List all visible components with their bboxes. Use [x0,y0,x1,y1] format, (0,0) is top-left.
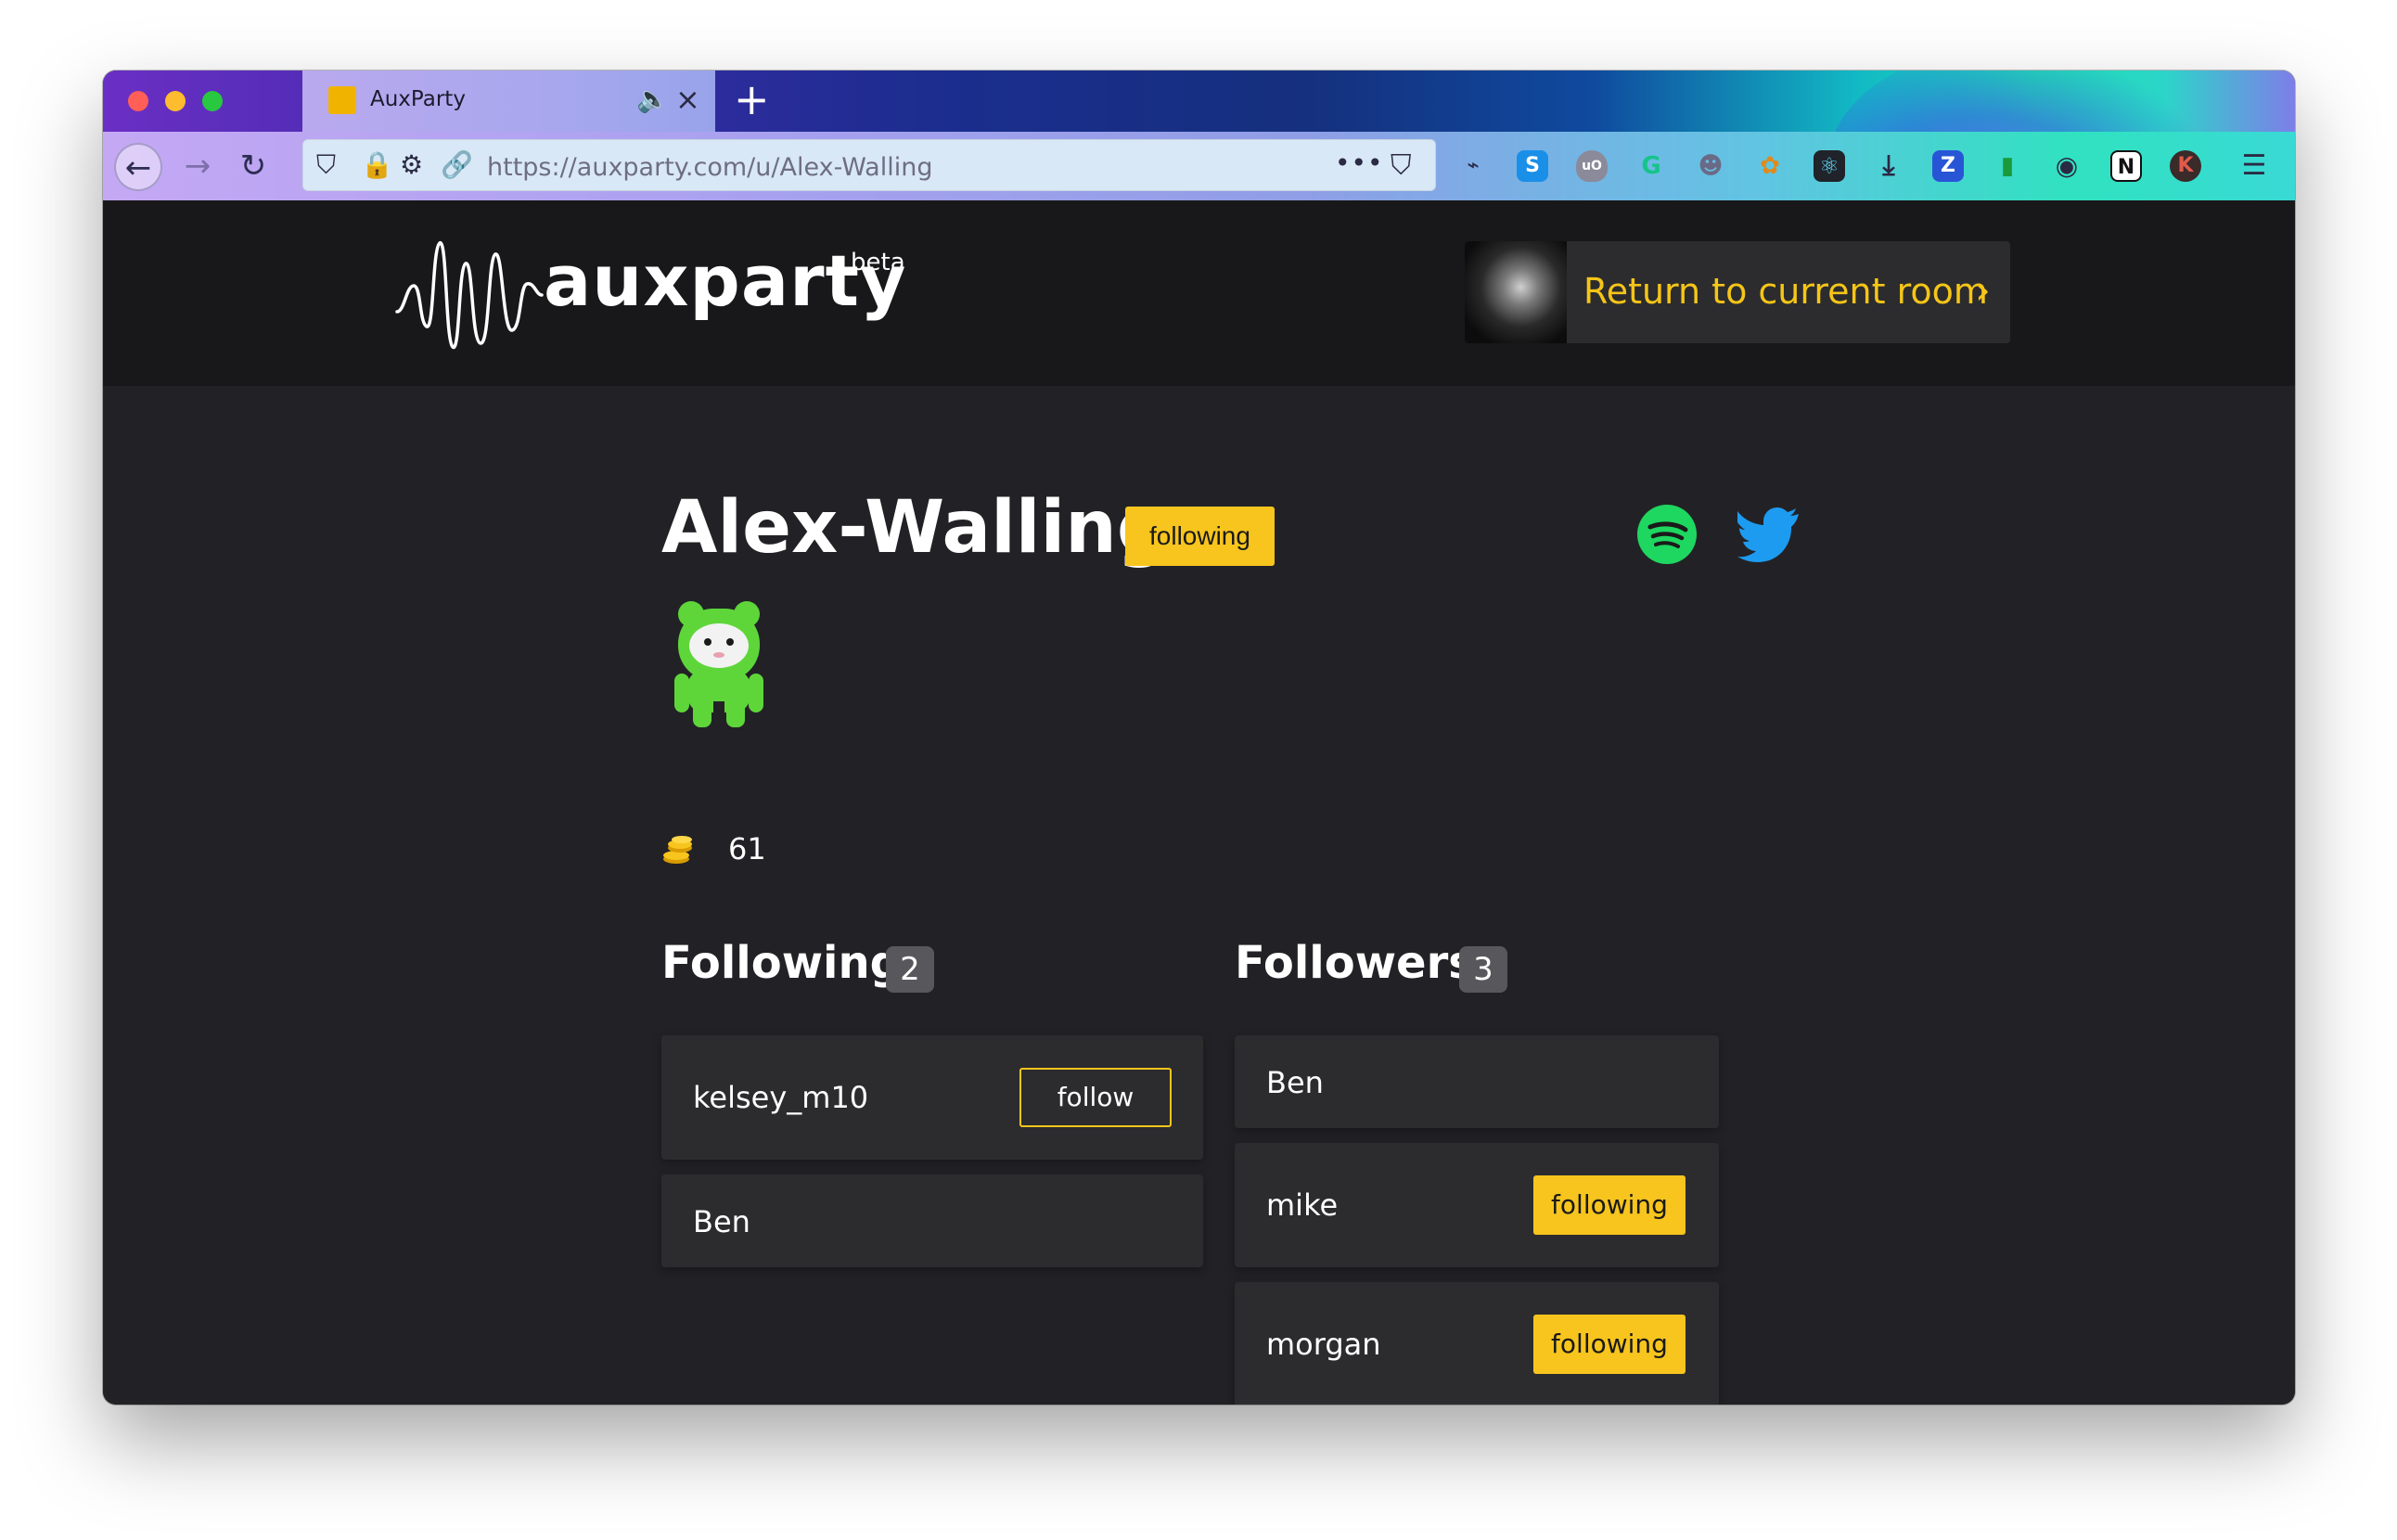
close-icon[interactable]: × [675,82,700,117]
tab-bar: AuxParty 🔈 × + [103,71,2295,284]
profile-username: Alex-Walling [661,486,1169,570]
list-item-name[interactable]: Ben [1266,1065,1324,1100]
avatar-icon [674,601,763,727]
pocket-icon[interactable]: ⛉ [1391,149,1412,182]
zoom-window-button[interactable] [202,91,223,111]
list-item-name[interactable]: mike [1266,1187,1338,1223]
grammarly-icon[interactable]: G [1635,150,1667,182]
download-icon[interactable]: ⤓ [1873,150,1904,182]
nav-bar: ← → ↻ ⛉ 🔒 ⚙ 🔗 https://auxparty.com/u/Ale… [103,132,2295,200]
list-item-name[interactable]: morgan [1266,1327,1381,1362]
list-item[interactable]: Ben [1235,1035,1719,1128]
chevron-right-icon: › [1975,267,1991,313]
forward-button[interactable]: → [173,143,222,191]
close-window-button[interactable] [128,91,148,111]
battery-extension-icon[interactable]: ▮ [1992,150,2023,182]
favicon-icon [328,86,356,114]
permissions-icon[interactable]: ⚙ [400,149,423,180]
coins-icon [663,836,692,864]
twitter-icon[interactable] [1737,505,1799,564]
extension-s-icon[interactable]: S [1517,150,1548,182]
coins-value: 61 [728,831,766,866]
url-text[interactable]: https://auxparty.com/u/Alex-Walling [487,153,932,182]
following-count-badge: 2 [886,946,934,993]
list-item[interactable]: morgan following [1235,1282,1719,1405]
list-item-name[interactable]: kelsey_m10 [693,1080,868,1115]
site-header: auxparty beta Return to current room › [103,200,2295,386]
reload-button[interactable]: ↻ [229,143,277,191]
profile-content: Alex-Walling following 61 Following 2 ke… [661,386,1812,1405]
list-item[interactable]: mike following [1235,1143,1719,1267]
following-button[interactable]: following [1533,1315,1686,1374]
ublock-icon[interactable]: uO [1576,150,1608,182]
minimize-window-button[interactable] [165,91,186,111]
list-item[interactable]: kelsey_m10 follow [661,1035,1203,1160]
followers-title: Followers [1235,937,1475,989]
url-host: https://auxparty.com [487,153,748,182]
tab-auxparty[interactable]: AuxParty 🔈 × [302,71,715,132]
lock-icon[interactable]: 🔒 [361,149,393,180]
notion-icon[interactable]: N [2110,150,2142,182]
page: auxparty beta Return to current room › A… [103,200,2295,1405]
account-icon[interactable]: ◉ [2051,150,2083,182]
url-path: /u/Alex-Walling [747,153,933,182]
profile-following-button[interactable]: following [1125,507,1275,566]
zotero-icon[interactable]: Z [1932,150,1964,182]
link-icon[interactable]: 🔗 [441,149,473,180]
return-to-room-label: Return to current room [1583,271,1988,312]
following-title: Following [661,937,903,989]
return-to-room-button[interactable]: Return to current room › [1465,241,2010,343]
tracking-protection-icon[interactable]: ⛉ [316,149,336,181]
list-item-name[interactable]: Ben [693,1204,750,1239]
honey-extension-icon[interactable]: ✿ [1754,150,1786,182]
followers-count-badge: 3 [1459,946,1507,993]
url-bar[interactable]: ⛉ 🔒 ⚙ 🔗 https://auxparty.com/u/Alex-Wall… [302,139,1436,191]
mascot-extension-icon[interactable]: ☻ [1695,150,1726,182]
keybase-icon[interactable]: K [2170,150,2201,182]
list-item[interactable]: Ben [661,1174,1203,1267]
tab-title: AuxParty [370,87,466,111]
speaker-icon[interactable]: 🔈 [636,83,669,114]
album-art [1465,241,1567,343]
extension-eye-icon[interactable]: ⌁ [1457,150,1489,182]
page-actions-button[interactable]: ••• [1335,148,1384,178]
spotify-icon[interactable] [1637,505,1697,564]
waveform-logo-icon[interactable] [395,230,544,360]
beta-label: beta [851,249,905,276]
new-tab-button[interactable]: + [734,76,770,122]
back-button[interactable]: ← [114,143,162,191]
follow-button[interactable]: follow [1019,1068,1172,1127]
react-devtools-icon[interactable]: ⚛ [1814,150,1845,182]
menu-icon[interactable]: ☰ [2238,150,2270,182]
browser-window: AuxParty 🔈 × + ← → ↻ ⛉ 🔒 ⚙ 🔗 https://aux… [103,71,2295,1405]
following-button[interactable]: following [1533,1175,1686,1235]
